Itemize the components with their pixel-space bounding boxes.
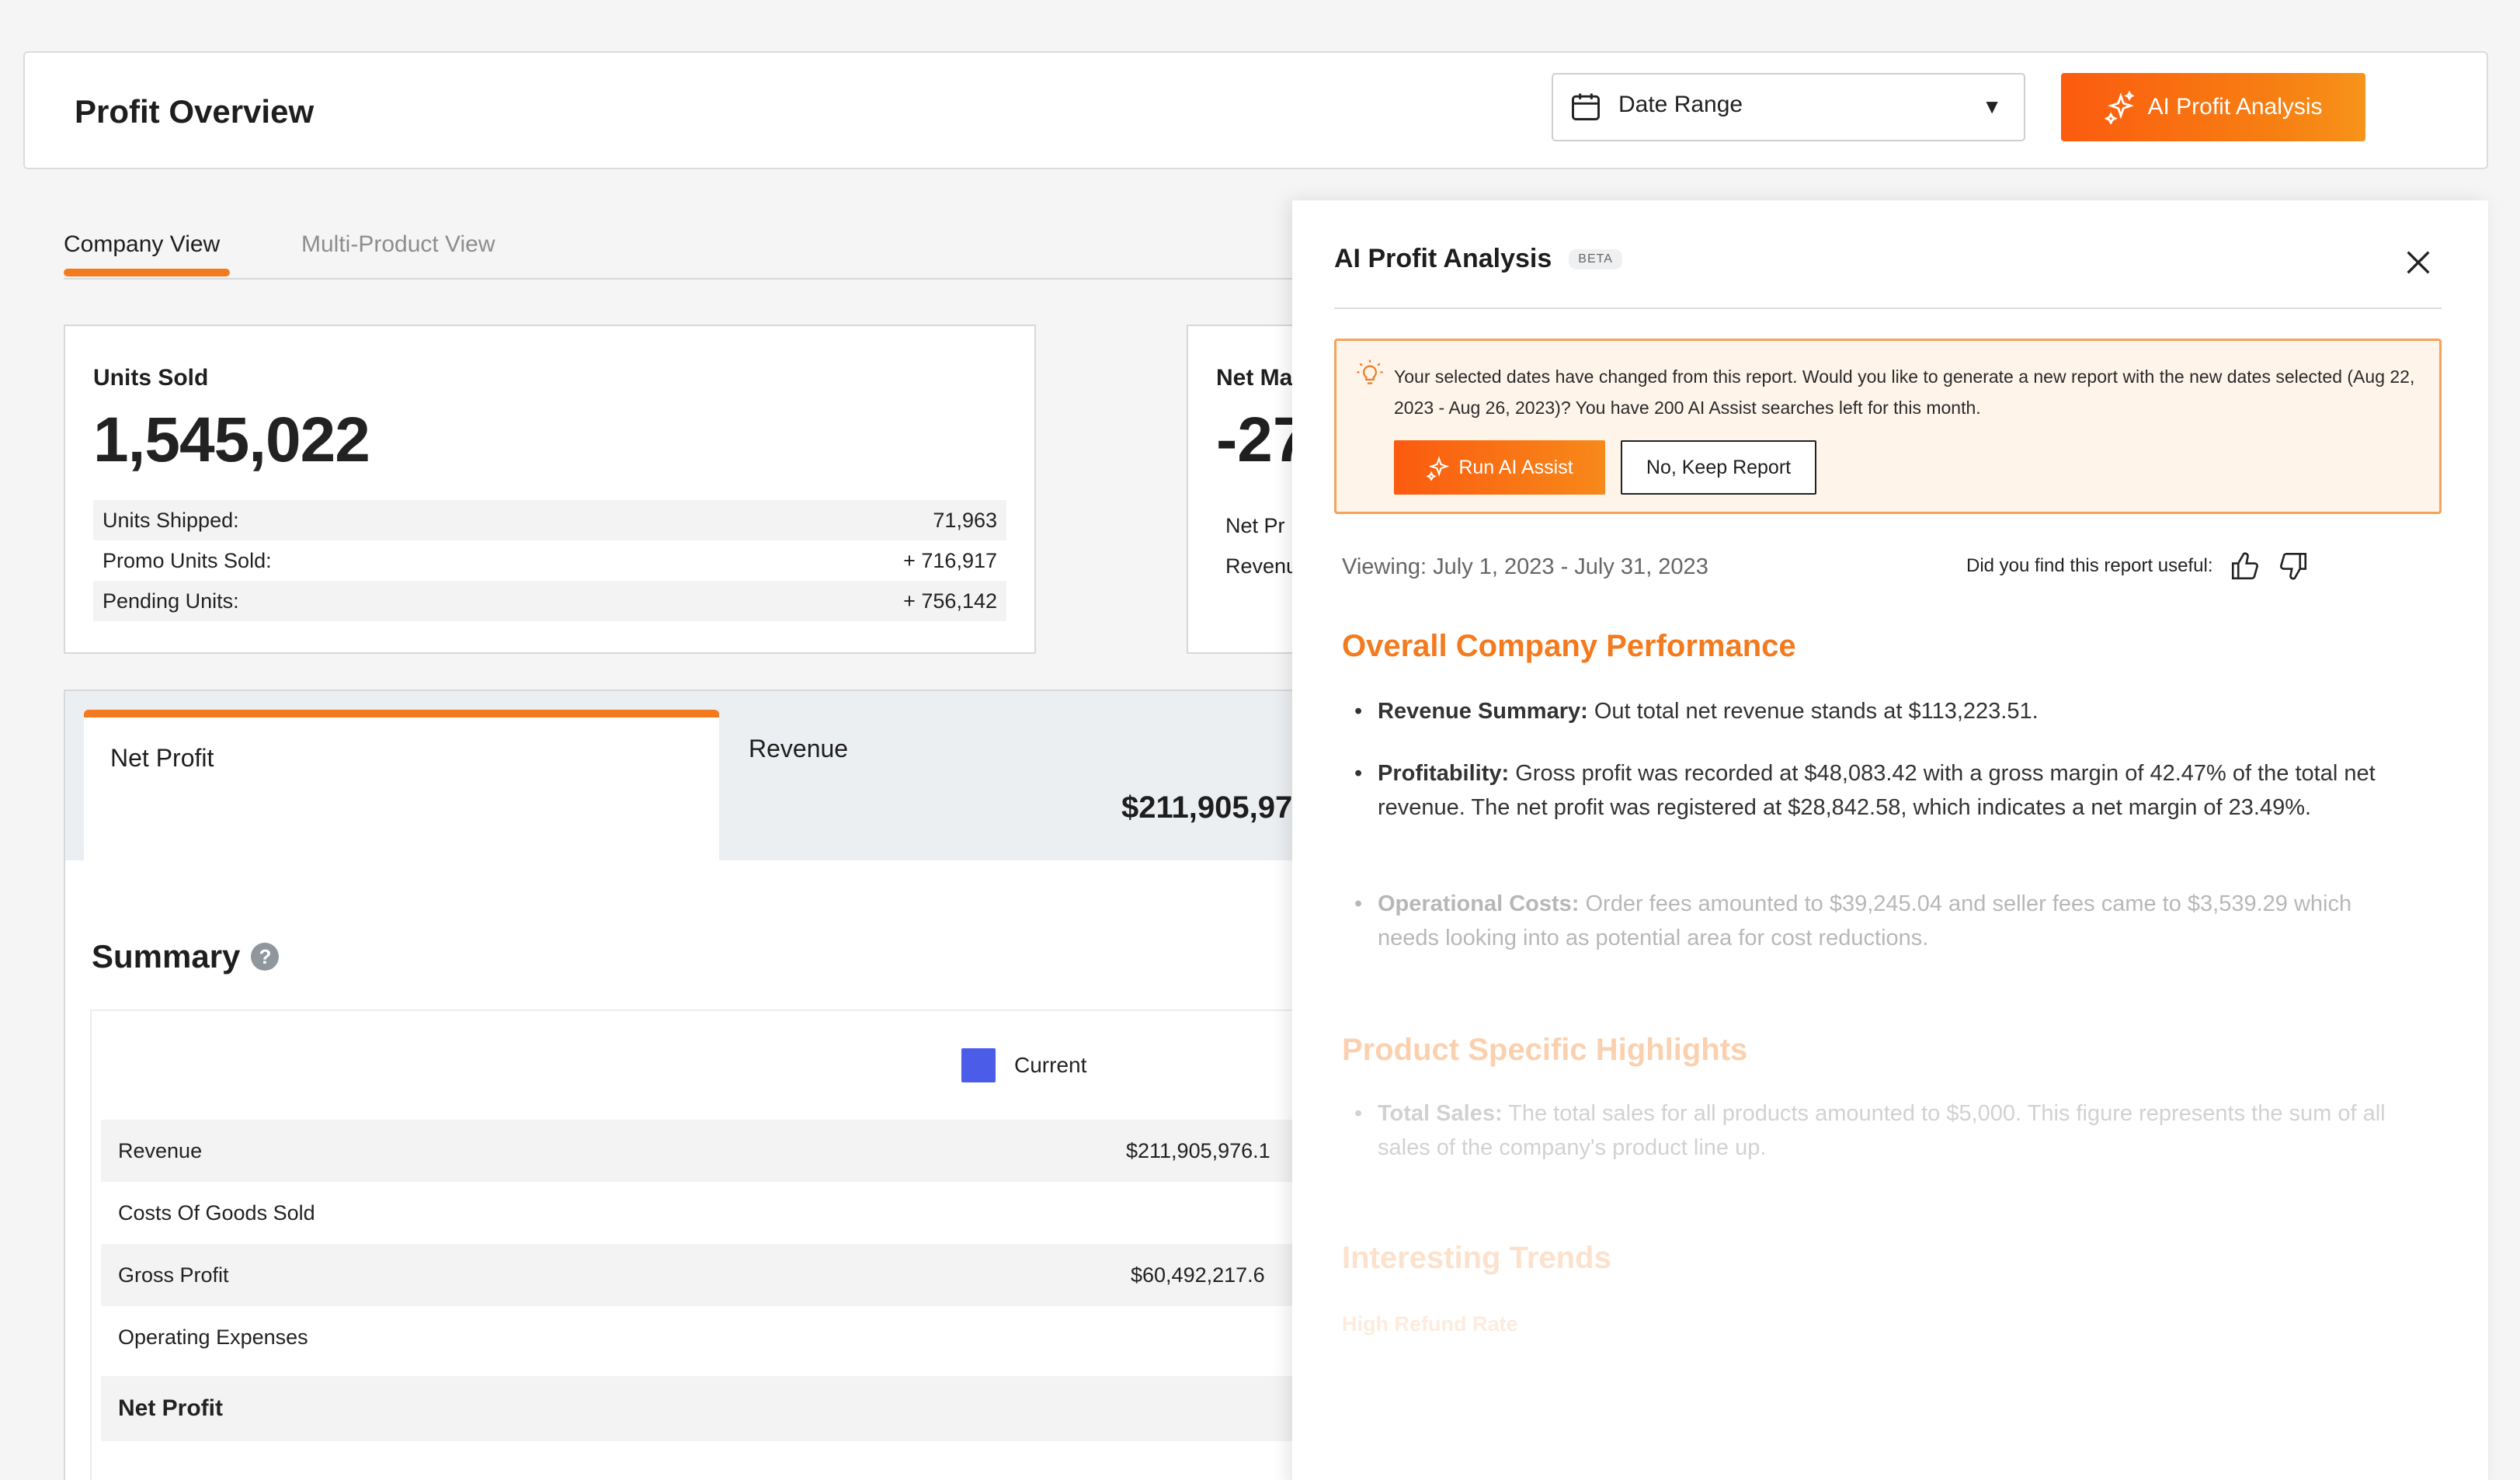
ai-panel-title: AI Profit Analysis — [1334, 244, 1552, 273]
date-range-label: Date Range — [1618, 92, 1743, 117]
bullet-text: Gross profit was recorded at $48,083.42 … — [1378, 761, 2376, 820]
summary-heading: Summary ? — [92, 938, 280, 975]
calendar-icon — [1572, 93, 1600, 120]
active-tab-indicator — [64, 269, 230, 276]
tab-revenue[interactable]: Revenue — [749, 735, 848, 763]
row-value: + 716,917 — [903, 548, 997, 572]
ai-profit-analysis-panel: AI Profit Analysis BETA Your selected da… — [1292, 200, 2488, 1480]
row-value: + 756,142 — [903, 589, 997, 613]
tab-company-view[interactable]: Company View — [64, 231, 220, 258]
net-profit-row-label: Net Pr — [1225, 514, 1285, 537]
page-header: Profit Overview Date Range ▼ AI Profit A… — [23, 51, 2488, 169]
row-label: Pending Units: — [103, 589, 239, 613]
date-change-notice: Your selected dates have changed from th… — [1334, 339, 2442, 514]
section-heading: Overall Company Performance — [1342, 629, 1796, 663]
section-subheading: High Refund Rate — [1342, 1312, 1518, 1336]
help-icon[interactable]: ? — [251, 943, 280, 971]
table-row: Net Profit — [101, 1376, 1421, 1441]
bullet-text: Out total net revenue stands at $113,223… — [1587, 699, 2039, 724]
keep-report-button[interactable]: No, Keep Report — [1621, 440, 1816, 495]
legend-swatch — [961, 1048, 996, 1082]
net-profit-tab-label: Net Profit — [110, 744, 214, 772]
units-shipped-row: Units Shipped: 71,963 — [93, 500, 1006, 540]
ai-panel-header: AI Profit Analysis BETA — [1334, 244, 1622, 274]
revenue-tab-value: $211,905,97 — [1121, 790, 1293, 825]
view-tabs: Company View Multi-Product View — [64, 225, 1314, 280]
feedback-question: Did you find this report useful: — [1966, 555, 2213, 576]
tab-multi-product-view[interactable]: Multi-Product View — [301, 231, 495, 258]
thumbs-down-icon[interactable] — [2277, 550, 2310, 582]
date-range-select[interactable]: Date Range ▼ — [1552, 73, 2025, 141]
analysis-bullet: Revenue Summary: Out total net revenue s… — [1354, 694, 2411, 728]
ai-profit-analysis-button[interactable]: AI Profit Analysis — [2061, 73, 2365, 141]
row-name: Net Profit — [118, 1395, 223, 1421]
units-sold-card: Units Sold 1,545,022 Units Shipped: 71,9… — [64, 325, 1036, 654]
sparkle-icon — [2105, 90, 2136, 124]
close-icon[interactable] — [2403, 247, 2434, 278]
bullet-label: Operational Costs: — [1378, 891, 1580, 916]
bullet-label: Total Sales: — [1378, 1101, 1503, 1126]
bullet-label: Revenue Summary: — [1378, 699, 1588, 724]
revenue-row-label: Revenu — [1225, 554, 1298, 578]
thumbs-up-icon[interactable] — [2229, 550, 2261, 582]
net-margin-title: Net Ma — [1216, 365, 1293, 391]
summary-table: Current Revenue $211,905,976.1 Costs Of … — [90, 1009, 1421, 1480]
legend-label: Current — [1014, 1053, 1087, 1077]
row-name: Operating Expenses — [118, 1325, 308, 1349]
row-value: 71,963 — [933, 508, 997, 532]
row-name: Costs Of Goods Sold — [118, 1200, 315, 1225]
notice-message: Your selected dates have changed from th… — [1394, 367, 2415, 418]
beta-badge: BETA — [1569, 248, 1622, 269]
profit-details-panel: Net Profit Revenue $211,905,97 Summary ?… — [64, 690, 1421, 1480]
units-sold-value: 1,545,022 — [93, 405, 370, 475]
analysis-bullet: Profitability: Gross profit was recorded… — [1354, 756, 2411, 825]
row-value: $211,905,976.1 — [1126, 1138, 1270, 1162]
bullet-label: Profitability: — [1378, 761, 1510, 786]
row-label: Units Shipped: — [103, 508, 239, 532]
analysis-bullet: Total Sales: The total sales for all pro… — [1354, 1096, 2411, 1165]
analysis-bullet: Operational Costs: Order fees amounted t… — [1354, 887, 2411, 955]
row-name: Revenue — [118, 1138, 203, 1162]
row-value: $60,492,217.6 — [1131, 1263, 1265, 1287]
ai-button-label: AI Profit Analysis — [2147, 94, 2323, 120]
sparkle-icon — [1426, 456, 1450, 481]
table-row: Gross Profit $60,492,217.6 — [101, 1244, 1421, 1306]
chart-legend: Current — [961, 1048, 1086, 1082]
divider — [1334, 307, 2442, 309]
bullet-text: The total sales for all products amounte… — [1378, 1101, 2386, 1160]
report-feedback: Did you find this report useful: — [1966, 550, 2310, 582]
section-heading: Interesting Trends — [1342, 1241, 1611, 1275]
summary-title: Summary — [92, 938, 241, 975]
pending-units-row: Pending Units: + 756,142 — [93, 581, 1006, 621]
lightbulb-icon — [1357, 360, 1383, 384]
table-row: Revenue $211,905,976.1 — [101, 1120, 1421, 1182]
chevron-down-icon: ▼ — [1982, 95, 2002, 118]
promo-units-row: Promo Units Sold: + 716,917 — [93, 540, 1006, 581]
table-row: Costs Of Goods Sold — [101, 1182, 1421, 1244]
viewing-date-range: Viewing: July 1, 2023 - July 31, 2023 — [1342, 554, 1708, 579]
units-sold-title: Units Sold — [93, 365, 209, 391]
row-label: Promo Units Sold: — [103, 548, 272, 572]
run-ai-assist-button[interactable]: Run AI Assist — [1394, 440, 1605, 495]
tab-net-profit[interactable]: Net Profit — [84, 710, 719, 860]
row-name: Gross Profit — [118, 1263, 229, 1287]
run-button-label: Run AI Assist — [1458, 456, 1573, 478]
page-title: Profit Overview — [75, 93, 315, 130]
table-row: Operating Expenses — [101, 1306, 1421, 1368]
section-heading: Product Specific Highlights — [1342, 1033, 1748, 1067]
